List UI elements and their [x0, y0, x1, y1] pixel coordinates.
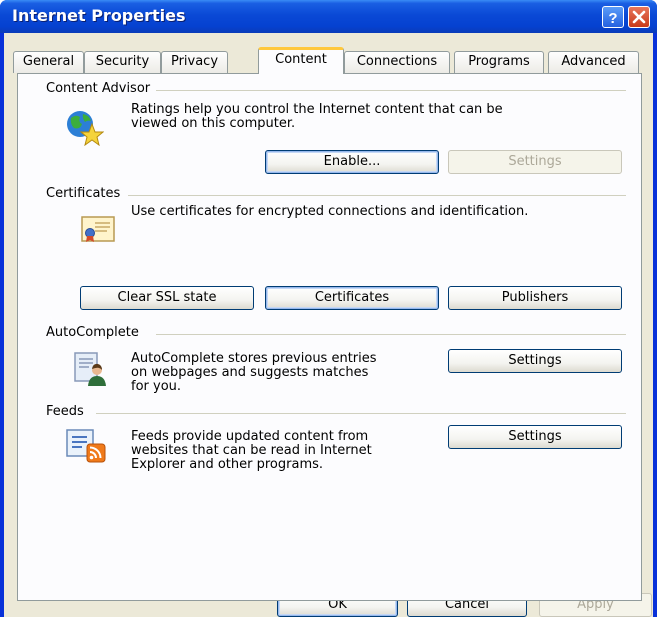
content-advisor-settings-button[interactable]: Settings [448, 150, 622, 174]
feeds-settings-button[interactable]: Settings [448, 425, 622, 449]
autocomplete-description-line2: on webpages and suggests matches [131, 365, 369, 380]
tab-content[interactable]: Content [258, 47, 344, 74]
publishers-button[interactable]: Publishers [448, 286, 622, 310]
content-tab-panel: Content Advisor Ratings help you control… [17, 73, 642, 601]
certificates-divider [128, 195, 626, 196]
dialog-client-area: General Security Privacy Content Connect… [4, 33, 653, 617]
content-advisor-description-line2: viewed on this computer. [131, 116, 296, 131]
tab-privacy[interactable]: Privacy [161, 51, 228, 73]
globe-star-icon [64, 108, 105, 150]
tab-security[interactable]: Security [84, 51, 161, 73]
autocomplete-divider [156, 334, 626, 335]
close-icon [632, 10, 646, 24]
certificates-description: Use certificates for encrypted connectio… [131, 204, 529, 219]
feeds-description-line1: Feeds provide updated content from [131, 429, 369, 444]
certificates-title: Certificates [46, 186, 127, 201]
content-advisor-description-line1: Ratings help you control the Internet co… [131, 102, 503, 117]
autocomplete-icon [73, 351, 109, 391]
certificate-icon [81, 214, 115, 248]
certificates-button[interactable]: Certificates [265, 286, 439, 310]
feeds-title: Feeds [46, 404, 90, 419]
title-bar[interactable]: Internet Properties ? [0, 0, 657, 33]
tab-connections[interactable]: Connections [344, 51, 450, 73]
autocomplete-title: AutoComplete [46, 325, 145, 340]
content-advisor-divider [146, 90, 626, 91]
enable-button[interactable]: Enable... [265, 150, 439, 174]
feeds-description-line3: Explorer and other programs. [131, 457, 324, 472]
feeds-description-line2: websites that can be read in Internet [131, 443, 372, 458]
feeds-divider [96, 413, 626, 414]
autocomplete-description-line1: AutoComplete stores previous entries [131, 351, 377, 366]
clear-ssl-state-button[interactable]: Clear SSL state [80, 286, 254, 310]
tab-programs[interactable]: Programs [454, 51, 544, 73]
window-title: Internet Properties [12, 6, 186, 25]
close-button[interactable] [628, 6, 650, 28]
svg-text:?: ? [608, 10, 617, 25]
tab-advanced[interactable]: Advanced [548, 51, 639, 73]
autocomplete-settings-button[interactable]: Settings [448, 349, 622, 373]
tab-general[interactable]: General [13, 51, 84, 73]
content-advisor-title: Content Advisor [46, 81, 157, 96]
help-icon: ? [608, 10, 617, 25]
feeds-icon [66, 429, 108, 467]
internet-properties-window: Internet Properties ? General Security P… [0, 0, 657, 617]
autocomplete-description-line3: for you. [131, 379, 182, 394]
help-button[interactable]: ? [602, 6, 624, 28]
